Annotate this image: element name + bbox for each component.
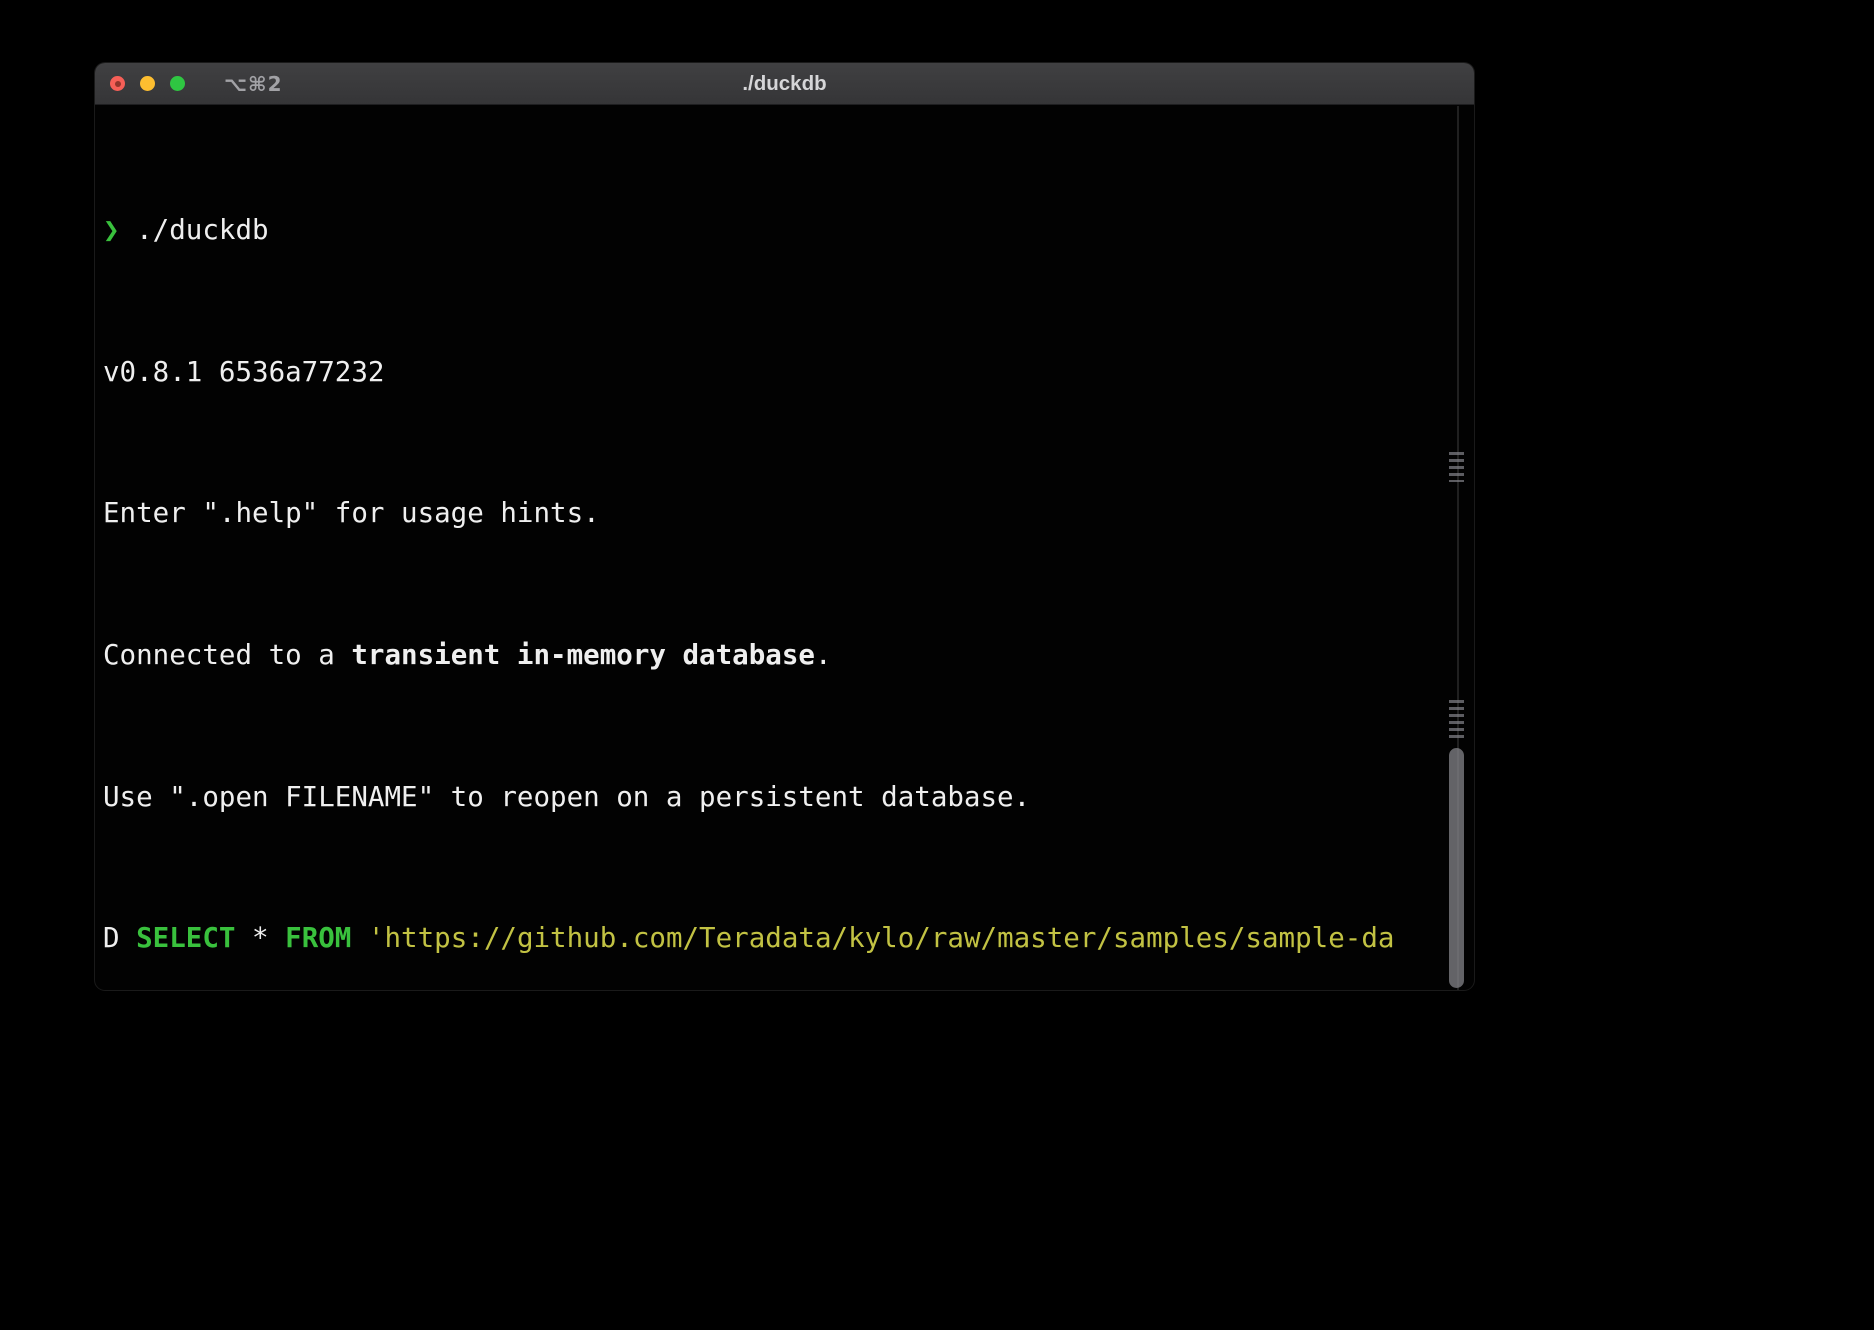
keyword-from: FROM <box>285 922 351 954</box>
shell-command: ./duckdb <box>120 214 269 246</box>
query-line: D SELECT * FROM 'https://github.com/Tera… <box>103 921 1474 956</box>
scrollbar-thumb[interactable] <box>1449 748 1464 988</box>
terminal-window: ⌥⌘2 ./duckdb ❯ ./duckdb v0.8.1 6536a7723… <box>95 63 1474 990</box>
connected-bold-text: transient in-memory database <box>351 639 815 671</box>
window-title: ./duckdb <box>742 72 826 96</box>
shell-prompt-line: ❯ ./duckdb <box>103 213 1474 248</box>
scrollbar-mark <box>1449 452 1464 482</box>
scrollbar-mark <box>1449 700 1464 741</box>
zoom-button[interactable] <box>170 76 185 91</box>
query-string-literal: 'https://github.com/Teradata/kylo/raw/ma… <box>351 922 1394 954</box>
close-button[interactable] <box>110 76 125 91</box>
keyword-select: SELECT <box>136 922 235 954</box>
open-hint-line: Use ".open FILENAME" to reopen on a pers… <box>103 780 1474 815</box>
version-line: v0.8.1 6536a77232 <box>103 355 1474 390</box>
duckdb-prompt: D <box>103 922 136 954</box>
titlebar: ⌥⌘2 ./duckdb <box>95 63 1474 105</box>
minimize-button[interactable] <box>140 76 155 91</box>
tab-shortcut-badge: ⌥⌘2 <box>224 63 283 105</box>
window-controls <box>110 76 185 91</box>
prompt-chevron-icon: ❯ <box>103 214 120 246</box>
connected-line: Connected to a transient in-memory datab… <box>103 638 1474 673</box>
terminal-content[interactable]: ❯ ./duckdb v0.8.1 6536a77232 Enter ".hel… <box>95 105 1474 990</box>
help-line: Enter ".help" for usage hints. <box>103 496 1474 531</box>
